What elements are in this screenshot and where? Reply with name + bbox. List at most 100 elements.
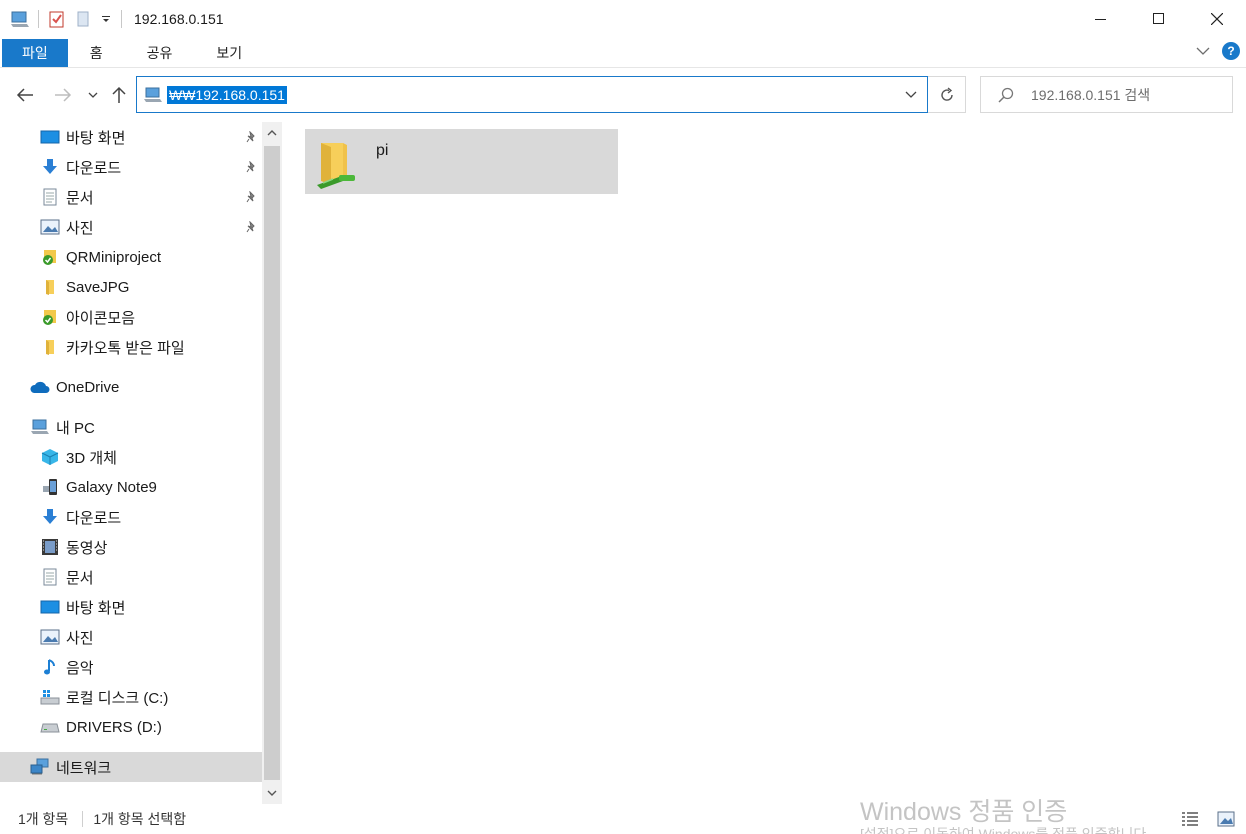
properties-icon[interactable] <box>47 9 67 29</box>
address-bar[interactable]: ₩₩192.168.0.151 <box>136 76 928 113</box>
address-path[interactable]: ₩₩192.168.0.151 <box>167 85 287 104</box>
activation-watermark-subtitle: [설정]으로 이동하여 Windows를 정품 인증합니다. <box>860 826 1151 834</box>
refresh-icon <box>940 86 953 101</box>
3d-objects-icon <box>40 447 60 467</box>
maximize-button[interactable] <box>1130 0 1188 38</box>
pin-icon[interactable] <box>246 130 258 146</box>
status-separator <box>82 811 84 827</box>
window-title: 192.168.0.151 <box>134 11 224 27</box>
scroll-thumb[interactable] <box>264 146 280 780</box>
selection-count: 1개 항목 선택함 <box>93 811 187 827</box>
large-icons-view-icon <box>1217 811 1235 827</box>
toolbar-separator <box>38 10 39 28</box>
tab-home[interactable]: 홈 <box>68 39 125 67</box>
file-item[interactable]: pi <box>305 129 618 194</box>
nav-item-galaxy-note9[interactable]: Galaxy Note9 <box>0 472 262 502</box>
computer-icon <box>30 417 50 437</box>
minimize-button[interactable] <box>1072 0 1130 38</box>
chevron-down-icon <box>267 790 277 796</box>
tab-view[interactable]: 보기 <box>194 39 264 67</box>
nav-item-drivers-d[interactable]: DRIVERS (D:) <box>0 712 262 742</box>
folder-icon <box>40 277 60 297</box>
file-list: pi <box>282 122 1246 806</box>
close-button[interactable] <box>1188 0 1246 38</box>
computer-icon[interactable] <box>10 9 30 29</box>
desktop-icon <box>40 127 60 147</box>
item-count: 1개 항목 <box>18 811 69 827</box>
arrow-right-icon <box>55 88 72 102</box>
refresh-button[interactable] <box>928 76 966 113</box>
nav-pane-scrollbar[interactable] <box>262 122 282 804</box>
nav-item-3d-objects[interactable]: 3D 개체 <box>0 442 262 472</box>
nav-item-savejpg[interactable]: SaveJPG <box>0 272 262 302</box>
nav-item-qrminiproject[interactable]: QRMiniproject <box>0 242 262 272</box>
synced-folder-icon <box>40 247 60 267</box>
forward-button[interactable] <box>50 82 76 108</box>
address-row: ₩₩192.168.0.151 192.168.0.151 검색 <box>0 74 1246 116</box>
nav-item-local-disk-c[interactable]: 로컬 디스크 (C:) <box>0 682 262 712</box>
scroll-down-button[interactable] <box>262 782 282 804</box>
minimize-icon <box>1095 19 1106 20</box>
details-view-icon <box>1182 812 1198 826</box>
nav-item-pc-pictures[interactable]: 사진 <box>0 622 262 652</box>
picture-icon <box>40 217 60 237</box>
nav-item-videos[interactable]: 동영상 <box>0 532 262 562</box>
nav-item-pc-downloads[interactable]: 다운로드 <box>0 502 262 532</box>
close-icon <box>1211 13 1223 25</box>
file-item-name: pi <box>376 142 389 159</box>
arrow-left-icon <box>16 88 33 102</box>
nav-item-pc-documents[interactable]: 문서 <box>0 562 262 592</box>
computer-icon <box>143 85 165 105</box>
ribbon-tabs: 파일 홈 공유 보기 ? <box>0 38 1246 68</box>
download-icon <box>40 157 60 177</box>
nav-item-desktop[interactable]: 바탕 화면 <box>0 122 262 152</box>
up-button[interactable] <box>108 82 130 108</box>
nav-item-downloads[interactable]: 다운로드 <box>0 152 262 182</box>
search-box[interactable]: 192.168.0.151 검색 <box>980 76 1233 113</box>
tab-share[interactable]: 공유 <box>125 39 195 67</box>
quick-access-toolbar: 192.168.0.151 <box>0 0 224 38</box>
details-view-button[interactable] <box>1180 810 1200 828</box>
nav-item-onedrive[interactable]: OneDrive <box>0 372 262 402</box>
folder-icon <box>40 337 60 357</box>
chevron-up-icon <box>267 130 277 136</box>
pin-icon[interactable] <box>246 190 258 206</box>
search-icon <box>998 87 1014 103</box>
nav-item-music[interactable]: 음악 <box>0 652 262 682</box>
recent-locations-button[interactable] <box>84 82 102 108</box>
navigation-pane: 바탕 화면 다운로드 문서 사진 QRMiniproject SaveJPG 아… <box>0 122 262 806</box>
address-dropdown-icon[interactable] <box>905 86 917 102</box>
tab-file[interactable]: 파일 <box>2 38 68 67</box>
nav-item-pc-desktop[interactable]: 바탕 화면 <box>0 592 262 622</box>
title-bar: 192.168.0.151 <box>0 0 1246 38</box>
scroll-up-button[interactable] <box>262 122 282 144</box>
nav-item-icon-collection[interactable]: 아이콘모음 <box>0 302 262 332</box>
toolbar-separator <box>121 10 122 28</box>
nav-item-kakaotalk-files[interactable]: 카카오톡 받은 파일 <box>0 332 262 362</box>
expand-ribbon-icon[interactable] <box>1196 43 1210 59</box>
music-icon <box>40 657 60 677</box>
maximize-icon <box>1153 13 1164 24</box>
network-icon <box>30 757 50 777</box>
nav-item-pictures[interactable]: 사진 <box>0 212 262 242</box>
pin-icon[interactable] <box>246 220 258 236</box>
view-toggle <box>1164 810 1236 828</box>
customize-toolbar-dropdown-icon[interactable] <box>99 9 113 29</box>
chevron-down-icon <box>88 92 98 98</box>
drive-icon <box>40 717 60 737</box>
windows-drive-icon <box>40 687 60 707</box>
nav-item-network[interactable]: 네트워크 <box>0 752 262 782</box>
desktop-icon <box>40 597 60 617</box>
new-folder-icon[interactable] <box>73 9 93 29</box>
nav-item-documents[interactable]: 문서 <box>0 182 262 212</box>
back-button[interactable] <box>12 82 38 108</box>
synced-folder-icon <box>40 307 60 327</box>
video-icon <box>40 537 60 557</box>
picture-icon <box>40 627 60 647</box>
nav-item-this-pc[interactable]: 내 PC <box>0 412 262 442</box>
help-icon[interactable]: ? <box>1222 42 1240 60</box>
pin-icon[interactable] <box>246 160 258 176</box>
large-icons-view-button[interactable] <box>1216 810 1236 828</box>
network-share-folder-icon <box>313 133 365 193</box>
activation-watermark-title: Windows 정품 인증 <box>860 798 1068 826</box>
